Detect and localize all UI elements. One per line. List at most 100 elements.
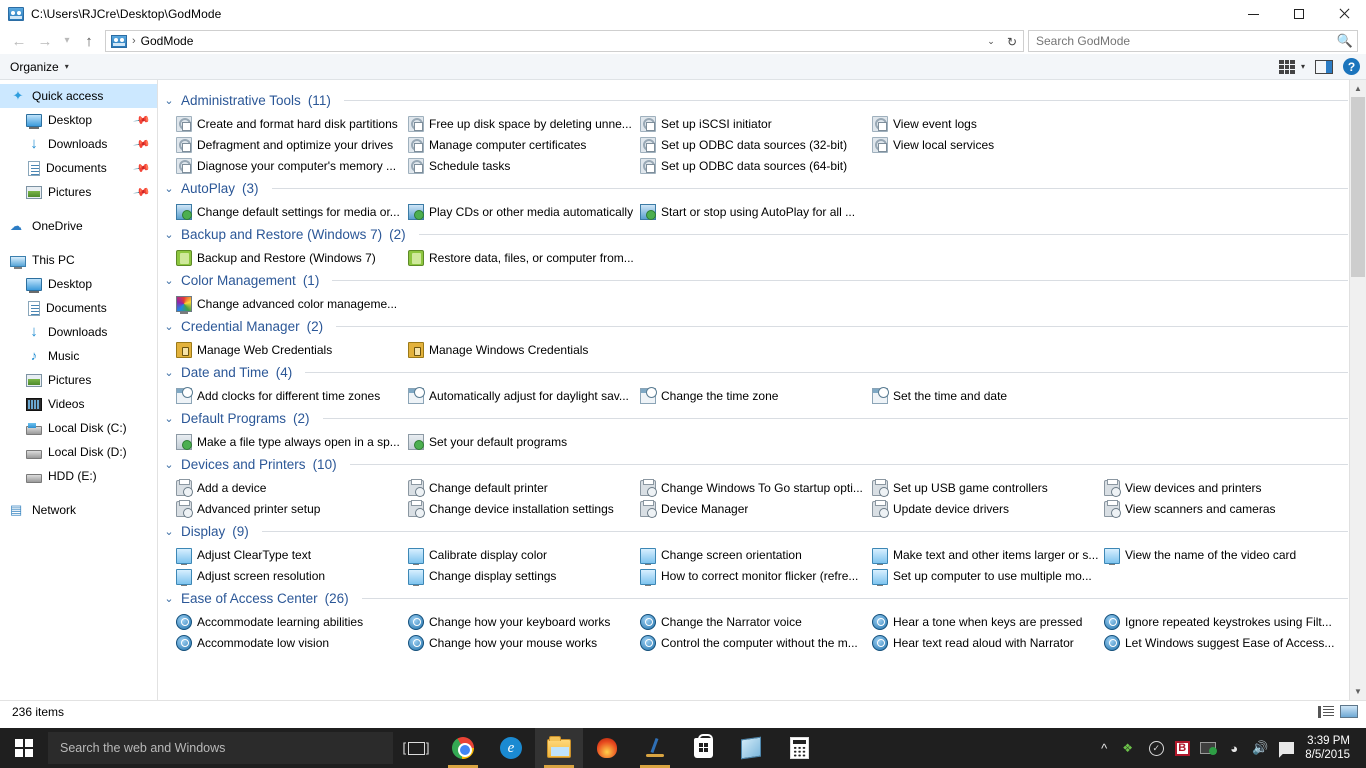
list-item[interactable]: Let Windows suggest Ease of Access... — [1104, 632, 1336, 653]
chevron-down-icon[interactable]: ⌄ — [164, 592, 174, 605]
chevron-down-icon[interactable]: ⌄ — [164, 274, 174, 287]
list-item[interactable]: Schedule tasks — [408, 155, 640, 176]
list-item[interactable]: Change how your mouse works — [408, 632, 640, 653]
group-header-credential-manager[interactable]: ⌄ Credential Manager (2) — [164, 315, 1348, 337]
file-explorer-taskbar-icon[interactable] — [535, 728, 583, 768]
list-item[interactable]: Change display settings — [408, 565, 640, 586]
chevron-down-icon[interactable]: ⌄ — [164, 458, 174, 471]
sidebar-item-pictures[interactable]: Pictures — [0, 368, 157, 392]
sidebar-item-documents[interactable]: Documents 📌 — [0, 156, 157, 180]
list-item[interactable]: Change Windows To Go startup opti... — [640, 477, 872, 498]
search-icon[interactable]: 🔍 — [1333, 33, 1357, 49]
list-item[interactable]: Calibrate display color — [408, 544, 640, 565]
taskbar-search-box[interactable]: Search the web and Windows — [48, 732, 393, 764]
snip-sketch-taskbar-icon[interactable] — [631, 728, 679, 768]
preview-pane-icon[interactable] — [1315, 59, 1333, 74]
list-item[interactable]: Start or stop using AutoPlay for all ... — [640, 201, 872, 222]
list-item[interactable]: Change how your keyboard works — [408, 611, 640, 632]
start-button[interactable] — [0, 728, 48, 768]
clock[interactable]: 3:39 PM 8/5/2015 — [1299, 734, 1360, 762]
list-item[interactable]: Change the time zone — [640, 385, 872, 406]
list-item[interactable]: View scanners and cameras — [1104, 498, 1336, 519]
volume-tray-icon[interactable]: 🔊 — [1247, 728, 1273, 768]
list-item[interactable]: Manage Web Credentials — [176, 339, 408, 360]
address-dropdown-button[interactable]: ⌄ — [981, 31, 1001, 52]
sidebar-item-desktop[interactable]: Desktop — [0, 272, 157, 296]
list-item[interactable]: Change screen orientation — [640, 544, 872, 565]
list-item[interactable]: Set up computer to use multiple mo... — [872, 565, 1104, 586]
list-item[interactable]: Defragment and optimize your drives — [176, 134, 408, 155]
list-item[interactable]: Set up ODBC data sources (64-bit) — [640, 155, 872, 176]
scroll-down-button[interactable]: ▼ — [1350, 683, 1366, 700]
list-item[interactable]: Change advanced color manageme... — [176, 293, 408, 314]
list-item[interactable]: Control the computer without the m... — [640, 632, 872, 653]
group-header-backup-and-restore-windows-7[interactable]: ⌄ Backup and Restore (Windows 7) (2) — [164, 223, 1348, 245]
sidebar-item-local-disk-d[interactable]: Local Disk (D:) — [0, 440, 157, 464]
show-hidden-icons-chevron-up-icon[interactable]: ^ — [1091, 728, 1117, 768]
action-center-check-icon[interactable]: ✓ — [1143, 728, 1169, 768]
list-item[interactable]: Update device drivers — [872, 498, 1104, 519]
list-item[interactable]: Adjust screen resolution — [176, 565, 408, 586]
chevron-down-icon[interactable]: ⌄ — [164, 182, 174, 195]
list-item[interactable]: Manage computer certificates — [408, 134, 640, 155]
pin-icon[interactable]: 📌 — [133, 111, 152, 130]
sidebar-item-hdd-e[interactable]: HDD (E:) — [0, 464, 157, 488]
breadcrumb-godmode[interactable]: GodMode — [141, 34, 194, 48]
scroll-up-button[interactable]: ▲ — [1350, 80, 1366, 97]
group-header-color-management[interactable]: ⌄ Color Management (1) — [164, 269, 1348, 291]
list-item[interactable]: Accommodate learning abilities — [176, 611, 408, 632]
list-item[interactable]: View devices and printers — [1104, 477, 1336, 498]
microsoft-edge-taskbar-icon[interactable]: e — [487, 728, 535, 768]
list-item[interactable]: Add a device — [176, 477, 408, 498]
network-adapter-tray-icon[interactable] — [1195, 728, 1221, 768]
search-input[interactable] — [1029, 34, 1333, 48]
group-header-devices-and-printers[interactable]: ⌄ Devices and Printers (10) — [164, 453, 1348, 475]
list-item[interactable]: Set up iSCSI initiator — [640, 113, 872, 134]
list-item[interactable]: Create and format hard disk partitions — [176, 113, 408, 134]
address-bar[interactable]: › GodMode ⌄ ↻ — [105, 30, 1024, 52]
grid-view-icon[interactable] — [1278, 59, 1295, 74]
sidebar-item-pictures[interactable]: Pictures 📌 — [0, 180, 157, 204]
chevron-down-icon[interactable]: ⌄ — [164, 94, 174, 107]
sidebar-item-this-pc[interactable]: This PC — [0, 248, 157, 272]
group-header-autoplay[interactable]: ⌄ AutoPlay (3) — [164, 177, 1348, 199]
google-chrome-taskbar-icon[interactable] — [439, 728, 487, 768]
list-item[interactable]: Play CDs or other media automatically — [408, 201, 640, 222]
maximize-button[interactable] — [1276, 0, 1321, 28]
list-item[interactable]: Device Manager — [640, 498, 872, 519]
group-header-administrative-tools[interactable]: ⌄ Administrative Tools (11) — [164, 89, 1348, 111]
recent-locations-button[interactable]: ▾ — [58, 29, 76, 53]
notifications-tray-icon[interactable] — [1273, 728, 1299, 768]
list-item[interactable]: Change default settings for media or... — [176, 201, 408, 222]
calculator-taskbar-icon[interactable] — [775, 728, 823, 768]
list-item[interactable]: View event logs — [872, 113, 1104, 134]
sidebar-item-downloads[interactable]: ↓ Downloads 📌 — [0, 132, 157, 156]
onenote-taskbar-icon[interactable] — [727, 728, 775, 768]
list-item[interactable]: Make text and other items larger or s... — [872, 544, 1104, 565]
refresh-button[interactable]: ↻ — [1001, 31, 1023, 52]
microsoft-store-taskbar-icon[interactable] — [679, 728, 727, 768]
group-header-ease-of-access-center[interactable]: ⌄ Ease of Access Center (26) — [164, 587, 1348, 609]
list-item[interactable]: Manage Windows Credentials — [408, 339, 640, 360]
dragon-tray-icon[interactable]: ❖ — [1117, 728, 1143, 768]
firewall-taskbar-icon[interactable] — [583, 728, 631, 768]
list-item[interactable]: Free up disk space by deleting unne... — [408, 113, 640, 134]
sidebar-item-local-disk-c[interactable]: Local Disk (C:) — [0, 416, 157, 440]
list-item[interactable]: Accommodate low vision — [176, 632, 408, 653]
pin-icon[interactable]: 📌 — [133, 135, 152, 154]
list-item[interactable]: Hear a tone when keys are pressed — [872, 611, 1104, 632]
group-header-display[interactable]: ⌄ Display (9) — [164, 520, 1348, 542]
vertical-scrollbar[interactable]: ▲ ▼ — [1349, 80, 1366, 700]
help-button[interactable]: ? — [1343, 58, 1360, 75]
close-button[interactable] — [1321, 0, 1366, 28]
list-item[interactable]: Set the time and date — [872, 385, 1104, 406]
task-view-button[interactable] — [393, 728, 439, 768]
list-item[interactable]: View local services — [872, 134, 1104, 155]
list-item[interactable]: How to correct monitor flicker (refre... — [640, 565, 872, 586]
chevron-down-icon[interactable]: ⌄ — [164, 228, 174, 241]
sidebar-item-desktop[interactable]: Desktop 📌 — [0, 108, 157, 132]
sidebar-item-music[interactable]: ♪ Music — [0, 344, 157, 368]
chevron-down-icon[interactable]: ⌄ — [164, 412, 174, 425]
list-item[interactable]: Set your default programs — [408, 431, 640, 452]
search-box[interactable]: 🔍 — [1028, 30, 1358, 52]
